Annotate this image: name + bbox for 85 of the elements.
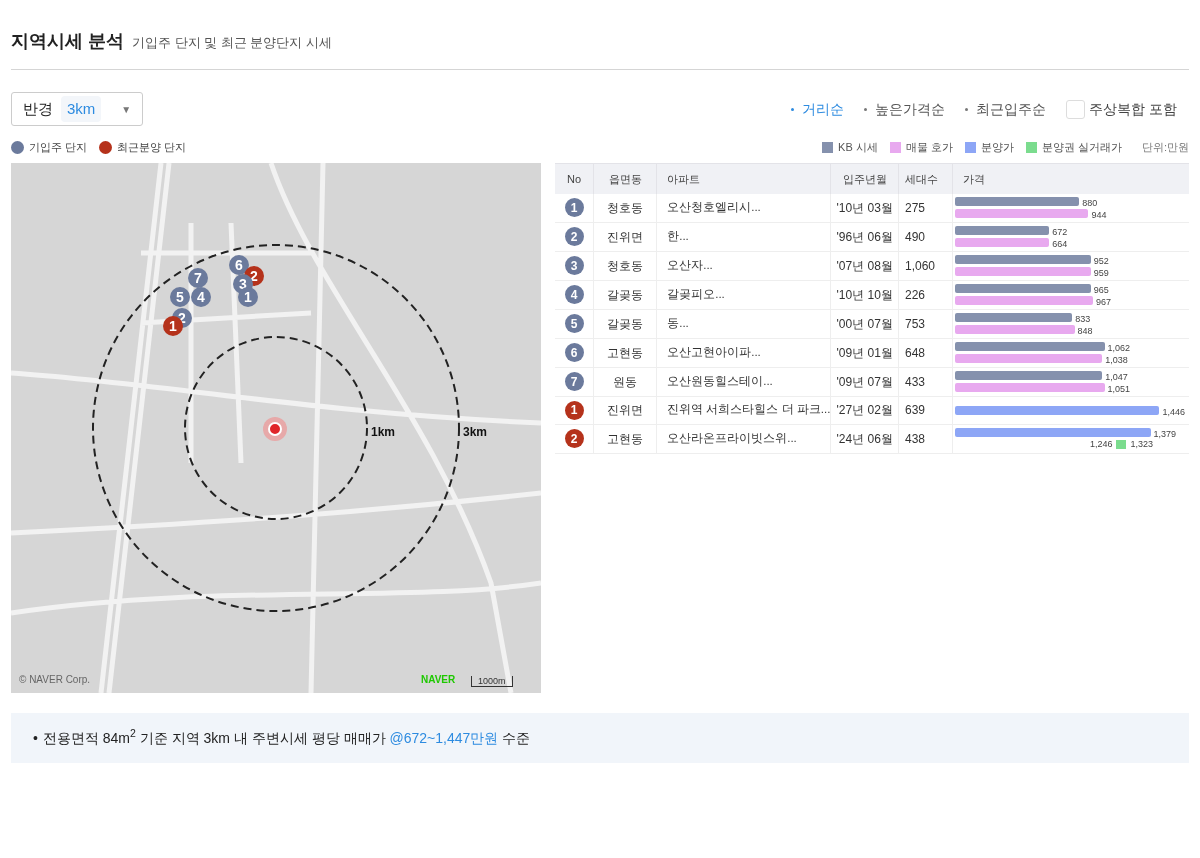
table-cell: '24년 06월 <box>830 424 899 453</box>
table-cell: '96년 06월 <box>830 222 899 251</box>
row-number-badge: 1 <box>564 400 584 420</box>
row-number-badge: 3 <box>564 256 584 276</box>
price-value: 1,379 <box>1153 428 1177 437</box>
legend-label: 분양가 <box>980 139 1014 155</box>
table-cell: 고현동 <box>593 338 657 367</box>
legend-label: 최근분양 단지 <box>117 139 187 155</box>
radius-label: 3km <box>463 424 488 441</box>
page-subtitle: 기입주 단지 및 최근 분양단지 시세 <box>132 34 333 52</box>
radius-label: 1km <box>371 424 396 441</box>
table-cell: 오산자... <box>656 251 831 280</box>
table-cell: '10년 03월 <box>830 193 899 222</box>
table-cell: 청호동 <box>593 193 657 222</box>
table-cell: 490 <box>898 222 953 251</box>
price-value: 833 <box>1075 313 1091 322</box>
legend-label: 분양권 실거래가 <box>1041 139 1122 155</box>
price-value: 880 <box>1082 197 1098 206</box>
legend-label: KB 시세 <box>838 139 878 155</box>
row-number-badge: 5 <box>564 314 584 334</box>
table-cell: '09년 01월 <box>830 338 899 367</box>
price-value: 965 <box>1093 284 1109 293</box>
table-cell: 오산원동힐스테이... <box>656 367 831 396</box>
column-header: 읍면동 <box>593 163 657 194</box>
price-value: 1,062 <box>1107 342 1131 351</box>
table-cell: 오산고현아이파... <box>656 338 831 367</box>
price-value: 1,246 <box>1089 437 1113 451</box>
column-header: 세대수 <box>898 163 953 194</box>
table-cell: 갈곶동 <box>593 309 657 338</box>
table-cell: 진위역 서희스타힐스 더 파크... <box>656 396 831 424</box>
price-value: 944 <box>1091 209 1107 218</box>
table-cell: 갈곶동 <box>593 280 657 309</box>
table-cell: 438 <box>898 424 953 453</box>
table-cell: 433 <box>898 367 953 396</box>
price-value: 848 <box>1077 325 1093 334</box>
table-cell: 청호동 <box>593 251 657 280</box>
table-cell: 오산청호엘리시... <box>656 193 831 222</box>
column-header: No <box>555 163 594 194</box>
row-number-badge: 4 <box>564 285 584 305</box>
table-cell: 한... <box>656 222 831 251</box>
map-scale-bar: 1000m <box>471 676 513 687</box>
table-cell: 648 <box>898 338 953 367</box>
table-cell: 동... <box>656 309 831 338</box>
table-cell: 진위면 <box>593 396 657 424</box>
table-cell: '07년 08월 <box>830 251 899 280</box>
row-number-badge: 2 <box>564 429 584 449</box>
table-cell: 원동 <box>593 367 657 396</box>
table-cell: 갈곶피오... <box>656 280 831 309</box>
row-number-badge: 6 <box>564 343 584 363</box>
price-value: 672 <box>1052 226 1068 235</box>
price-value: 1,038 <box>1105 354 1128 363</box>
map-copyright: © NAVER Corp. <box>19 673 91 687</box>
map-brand-logo: NAVER <box>421 673 456 687</box>
price-value: 664 <box>1052 238 1068 247</box>
table-cell: 1,060 <box>898 251 953 280</box>
table-cell: '27년 02월 <box>830 396 899 424</box>
table-cell: 275 <box>898 193 953 222</box>
price-value: 952 <box>1093 255 1109 264</box>
legend-label: 기입주 단지 <box>29 139 88 155</box>
unit-label: 단위:만원 <box>1141 139 1189 155</box>
table-cell: '00년 07월 <box>830 309 899 338</box>
table-cell: 753 <box>898 309 953 338</box>
page-title: 지역시세 분석 <box>11 30 124 53</box>
row-number-badge: 7 <box>564 372 584 392</box>
table-cell: '10년 10월 <box>830 280 899 309</box>
summary-text: 전용면적 84m$^{2}$ 기준 지역 3km 내 주변시세 평당 매매가 @672~1,447만원 수준 <box>42 727 531 748</box>
column-header: 가격 <box>952 163 1189 194</box>
table-cell: 639 <box>898 396 953 424</box>
table-cell: 진위면 <box>593 222 657 251</box>
price-value: 959 <box>1093 267 1109 276</box>
table-cell: 226 <box>898 280 953 309</box>
price-value: 967 <box>1096 296 1112 305</box>
column-header: 입주년월 <box>830 163 899 194</box>
bullet-mark: • <box>33 728 38 748</box>
table-cell: 오산라온프라이빗스위... <box>656 424 831 453</box>
price-value: 1,047 <box>1105 371 1128 380</box>
price-value: 1,446 <box>1162 405 1185 415</box>
column-header: 아파트 <box>656 163 831 194</box>
row-number-badge: 1 <box>564 198 584 218</box>
legend-label: 매물 호가 <box>905 139 953 155</box>
row-number-badge: 2 <box>564 227 584 247</box>
table-cell: 고현동 <box>593 424 657 453</box>
price-value: 1,051 <box>1107 383 1131 392</box>
table-cell: '09년 07월 <box>830 367 899 396</box>
price-value: 1,323 <box>1130 437 1153 451</box>
